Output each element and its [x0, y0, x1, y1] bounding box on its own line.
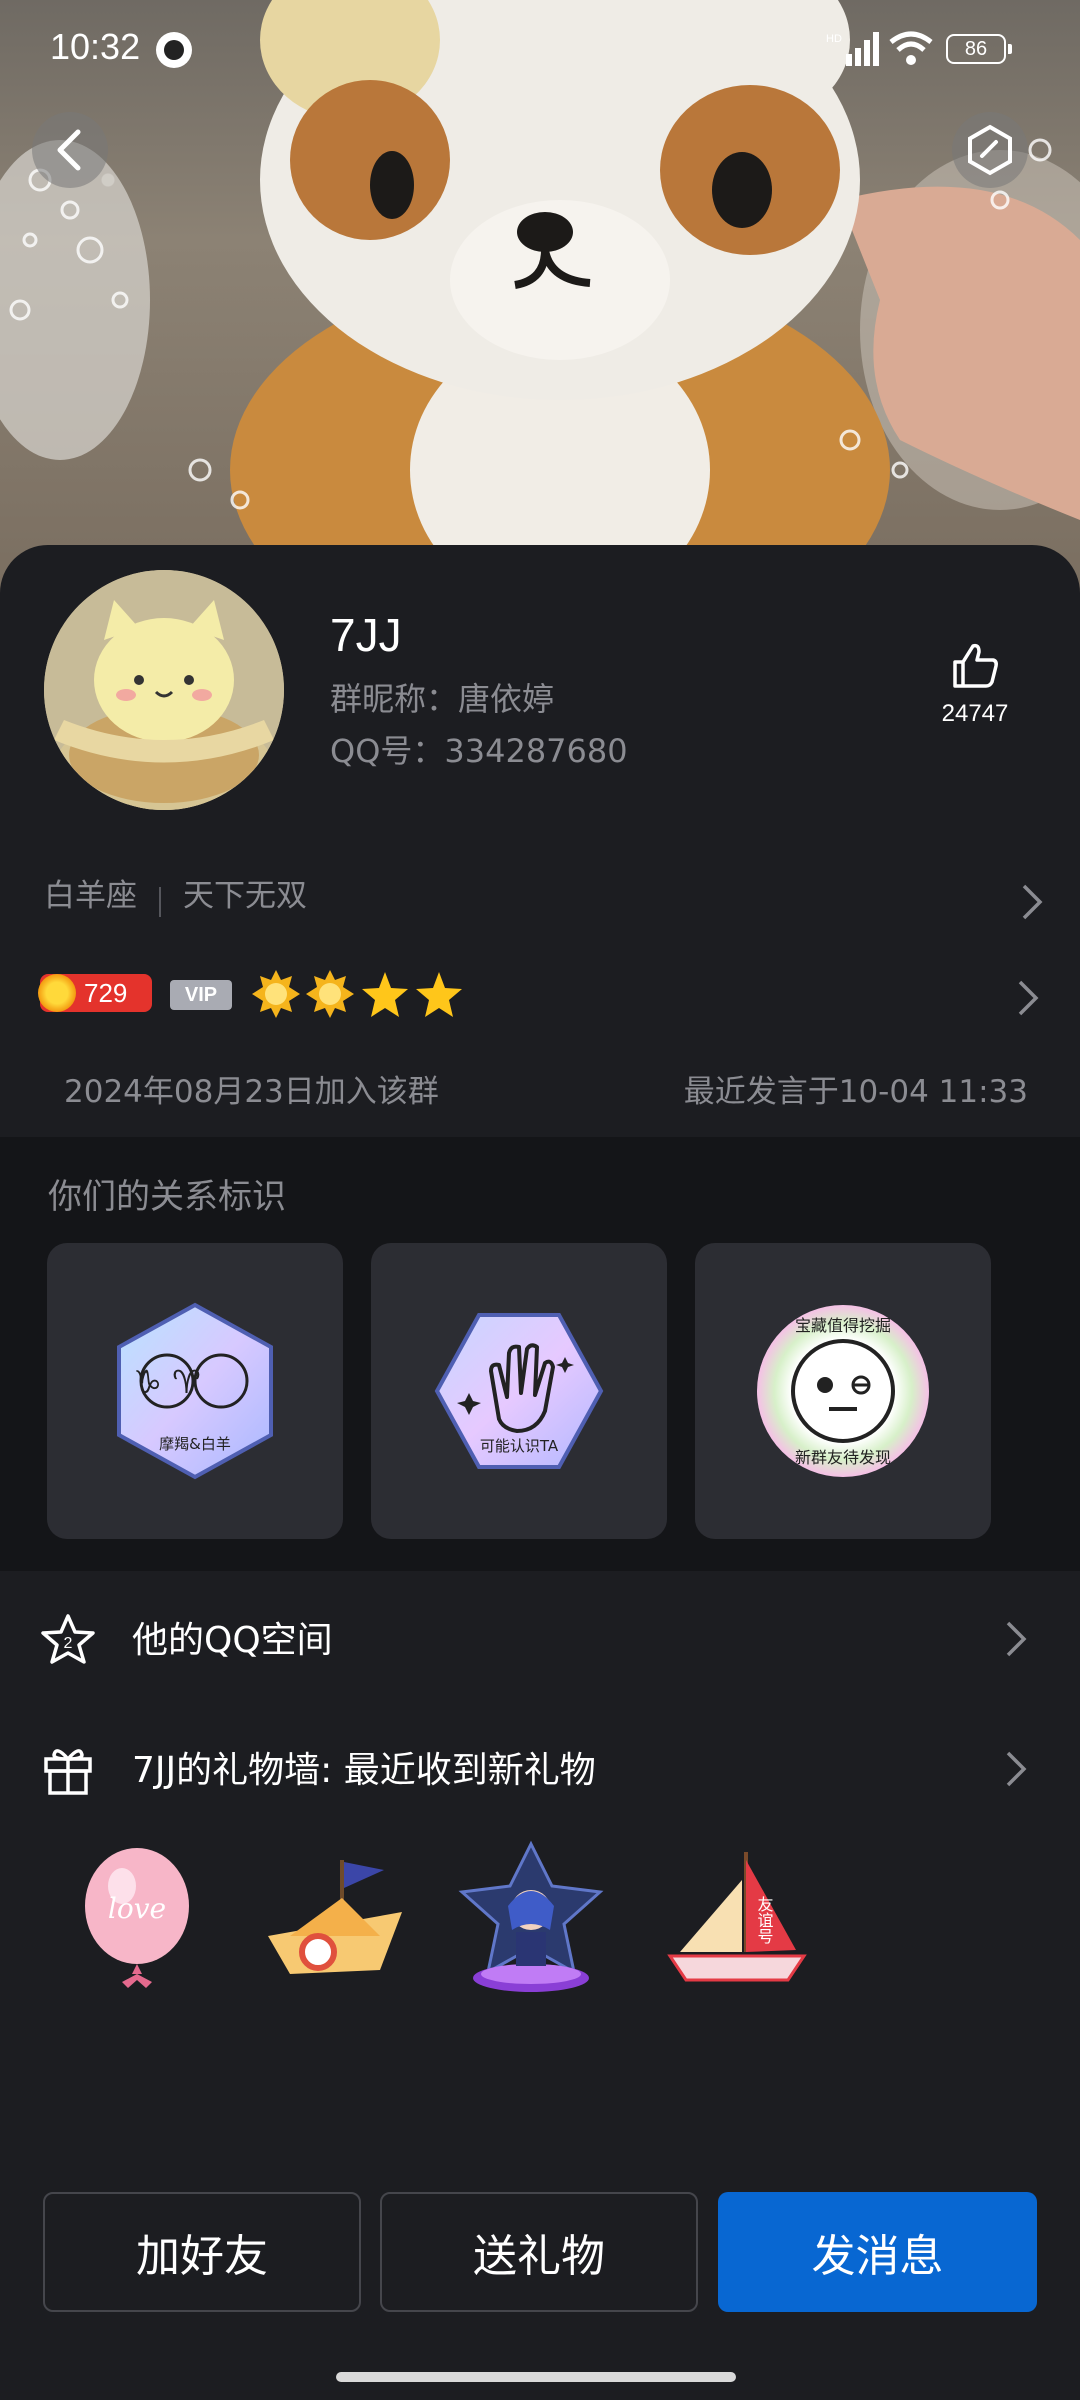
wave-hand-badge-icon: 可能认识TA — [434, 1313, 604, 1469]
group-activity-row: 2024年08月23日加入该群 最近发言于10-04 11:33 — [64, 1066, 1028, 1110]
relationship-card-label: 摩羯&白羊 — [159, 1435, 231, 1453]
level-badge: 729 — [38, 974, 152, 1012]
tag-zodiac: 白羊座 — [44, 878, 137, 914]
gift-wall-row[interactable]: 7JJ的礼物墙: 最近收到新礼物 — [0, 1719, 1080, 1815]
gift-anime-figure-stage[interactable] — [456, 1840, 606, 2000]
send-message-button[interactable]: 发消息 — [718, 2192, 1037, 2312]
avatar-image — [44, 570, 284, 810]
cellular-signal-icon: HD — [826, 32, 879, 66]
thumbs-up-icon — [953, 643, 998, 688]
gift-icon — [44, 1749, 92, 1795]
relationship-card-label: 可能认识TA — [480, 1437, 559, 1455]
badge-ring-text-bottom: 新群友待发现 — [795, 1448, 891, 1467]
settings-button[interactable] — [952, 112, 1028, 188]
relationship-card-zodiac[interactable]: ♑ ♈ 摩羯&白羊 — [47, 1243, 343, 1539]
gift-wall-label: 7JJ的礼物墙: 最近收到新礼物 — [132, 1750, 596, 1791]
gift-paper-boat[interactable] — [260, 1840, 410, 2000]
badge-ring-text-top: 宝藏值得挖掘 — [795, 1316, 891, 1335]
coin-icon — [38, 974, 76, 1012]
like-count: 24747 — [941, 700, 1009, 727]
star-level-icon — [362, 972, 408, 1017]
svg-text:HD: HD — [826, 33, 842, 45]
treasure-badge-icon: 宝藏值得挖掘 新群友待发现 — [757, 1305, 929, 1477]
profile-name: 7JJ — [330, 609, 402, 661]
join-date: 2024年08月23日加入该群 — [64, 1074, 439, 1110]
gift-friendship-sailboat[interactable]: 友谊号 — [660, 1840, 810, 2000]
qq-number[interactable]: QQ号：334287680 — [330, 726, 628, 772]
chevron-right-icon — [1006, 1621, 1027, 1657]
relationship-card-may-know[interactable]: 可能认识TA — [371, 1243, 667, 1539]
add-friend-button[interactable]: 加好友 — [43, 2192, 361, 2312]
alarm-clock-icon — [156, 32, 192, 68]
level-value: 729 — [84, 977, 128, 1008]
zodiac-badge-icon: ♑ ♈ 摩羯&白羊 — [117, 1302, 273, 1480]
avatar[interactable] — [44, 570, 284, 810]
qzone-row[interactable]: 2 他的QQ空间 — [0, 1589, 1080, 1685]
relationship-card-treasure[interactable]: 宝藏值得挖掘 新群友待发现 — [695, 1243, 991, 1539]
vip-badge: VIP — [170, 980, 232, 1010]
status-bar: 10:32 HD 86 — [0, 0, 1080, 100]
relationship-title: 你们的关系标识 — [48, 1177, 286, 1217]
chevron-right-icon — [1022, 884, 1043, 920]
chevron-right-icon — [1006, 1751, 1027, 1787]
star-level-icon — [416, 972, 462, 1017]
capricorn-symbol: ♑ ♈ — [133, 1363, 201, 1401]
battery-indicator: 86 — [946, 34, 1012, 64]
home-indicator[interactable] — [336, 2372, 736, 2382]
sun-level-icon — [306, 970, 354, 1018]
profile-tags-row[interactable]: 白羊座 天下无双 — [44, 870, 1044, 930]
like-button[interactable]: 24747 — [930, 640, 1020, 728]
gift-love-balloon[interactable]: love — [62, 1840, 212, 2000]
chevron-left-icon — [57, 129, 81, 171]
qzone-label: 他的QQ空间 — [132, 1620, 333, 1661]
balloon-text: love — [108, 1892, 166, 1925]
chevron-right-icon — [1018, 980, 1039, 1016]
last-spoke: 最近发言于10-04 11:33 — [683, 1074, 1028, 1110]
group-nickname: 群昵称：唐依婷 — [330, 680, 555, 718]
level-badges-row[interactable]: 729 VIP — [38, 968, 1044, 1028]
sail-text: 友谊号 — [755, 1896, 774, 1945]
tag-divider — [159, 886, 161, 917]
wifi-icon — [889, 31, 933, 65]
back-button[interactable] — [32, 112, 108, 188]
hexagon-settings-icon — [968, 124, 1012, 176]
relationship-section: 你们的关系标识 ♑ ♈ 摩羯&白羊 可能认识TA 宝藏值得挖掘 新群友待发现 — [0, 1137, 1080, 1571]
star-qzone-icon: 2 — [41, 1614, 95, 1664]
send-gift-button[interactable]: 送礼物 — [380, 2192, 698, 2312]
tag-signature: 天下无双 — [183, 878, 307, 914]
sun-level-icon — [252, 970, 300, 1018]
status-time: 10:32 — [50, 26, 141, 67]
qzone-badge-digit: 2 — [64, 1635, 73, 1652]
